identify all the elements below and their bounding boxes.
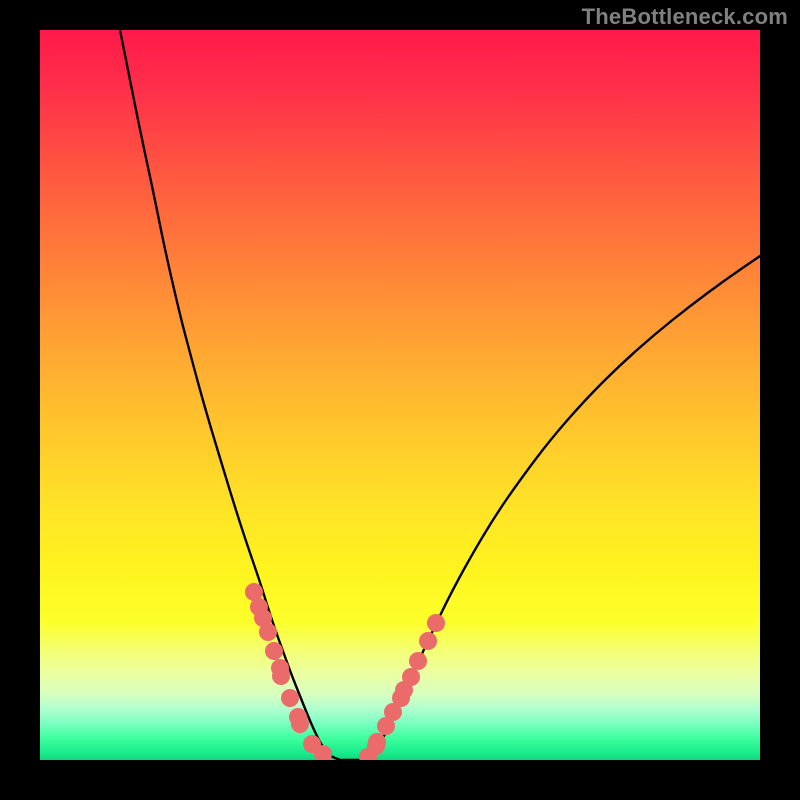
chart-svg (40, 30, 760, 760)
scatter-dot (409, 652, 427, 670)
scatter-dot (265, 642, 283, 660)
scatter-dot (368, 733, 386, 751)
series-left-curve (120, 30, 340, 760)
scatter-dot (419, 632, 437, 650)
chart-plot-area (40, 30, 760, 760)
scatter-dot (427, 614, 445, 632)
scatter-dot (291, 715, 309, 733)
scatter-dot (281, 689, 299, 707)
dot-layer (245, 583, 445, 760)
series-right-curve (370, 256, 760, 760)
scatter-dot (402, 668, 420, 686)
scatter-dot (259, 623, 277, 641)
curve-layer (120, 30, 760, 760)
watermark-text: TheBottleneck.com (582, 4, 788, 30)
chart-stage: TheBottleneck.com (0, 0, 800, 800)
scatter-dot (272, 667, 290, 685)
